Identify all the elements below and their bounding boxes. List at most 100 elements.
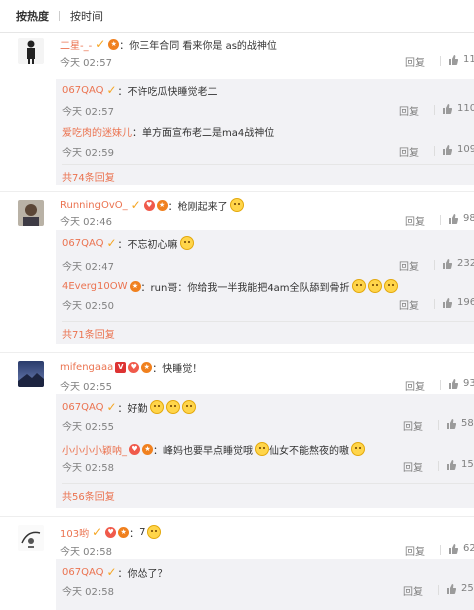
emoji-icon: [147, 525, 162, 539]
reply-button[interactable]: 回复: [399, 144, 419, 159]
like-button[interactable]: 15: [446, 459, 474, 470]
reply-time: 今天 02:59: [62, 148, 114, 159]
like-button[interactable]: 232: [442, 258, 474, 269]
reply-username-link[interactable]: 067QAQ: [62, 85, 104, 96]
like-count: 109: [457, 144, 474, 155]
avatar[interactable]: [18, 200, 44, 226]
reply-button[interactable]: 回复: [399, 297, 419, 312]
reply-button[interactable]: 回复: [399, 258, 419, 273]
like-button[interactable]: 93: [448, 378, 474, 389]
divider: [438, 585, 439, 595]
reply-button[interactable]: 回复: [403, 583, 423, 598]
reply-text: 好勤: [127, 403, 148, 415]
like-button[interactable]: 110: [442, 103, 474, 114]
reply-button[interactable]: 回复: [405, 54, 425, 69]
reply-time: 今天 02:58: [62, 587, 114, 598]
fire-badge-icon: ★: [142, 443, 153, 455]
like-button[interactable]: 118: [448, 54, 474, 65]
divider: [438, 420, 439, 430]
colon: ：: [117, 403, 128, 415]
reply-text-continued: 仙女不能熬夜的嗷: [269, 445, 349, 457]
comment-time: 今天 02:46: [60, 217, 112, 228]
emoji-icon: [229, 198, 244, 212]
thumb-up-icon: [443, 297, 452, 308]
reply-username-link[interactable]: 4Everg10OW: [62, 281, 128, 292]
reply-username-link[interactable]: 067QAQ: [62, 402, 104, 413]
comment-time: 今天 02:58: [60, 547, 112, 558]
avatar[interactable]: [18, 361, 44, 387]
heart-badge-icon: ♥: [143, 199, 155, 211]
like-count: 15: [461, 459, 474, 470]
comment-line: 二星-_- ✓ ★ ： 你三年合同 看来你是 as的战神位: [60, 37, 474, 52]
reply-item: 067QAQ ✓ ： 不忘初心嘛 今天 02:47 回复 232: [56, 236, 474, 278]
reply-time: 今天 02:50: [62, 301, 114, 312]
thumb-up-icon: [449, 213, 458, 224]
like-button[interactable]: 58: [446, 418, 474, 429]
like-count: 98: [463, 213, 474, 224]
like-button[interactable]: 25: [446, 583, 474, 594]
more-replies-link[interactable]: 共74条回复: [62, 169, 115, 184]
divider: [440, 56, 441, 66]
comment-item: 103哟 ✓ ♥ ★ ： 7 今天 02:58 回复 62 067QAQ ✓ ：…: [0, 517, 474, 610]
divider: [438, 461, 439, 471]
sort-by-time-tab[interactable]: 按时间: [70, 8, 103, 24]
sort-by-hot-tab[interactable]: 按热度: [16, 8, 49, 24]
reply-username-link[interactable]: 爱吃肉的迷妹儿: [62, 124, 132, 139]
like-button[interactable]: 98: [448, 213, 474, 224]
reply-button[interactable]: 回复: [405, 543, 425, 558]
reply-button[interactable]: 回复: [405, 378, 425, 393]
reply-button[interactable]: 回复: [405, 213, 425, 228]
divider: [440, 545, 441, 555]
like-button[interactable]: 62: [448, 543, 474, 554]
comment-text: 你三年合同 看来你是 as的战神位: [129, 40, 277, 52]
thumb-up-icon: [449, 54, 458, 65]
comment-time: 今天 02:57: [60, 58, 112, 69]
v-badge-icon: ✓: [106, 83, 117, 97]
reply-username-link[interactable]: 067QAQ: [62, 567, 104, 578]
colon: ：: [129, 528, 140, 540]
reply-item: 爱吃肉的迷妹儿 ： 单方面宣布老二是ma4战神位 今天 02:59 回复 109: [56, 124, 474, 162]
emoji-icon: [149, 400, 164, 414]
thumb-up-icon: [449, 378, 458, 389]
username-link[interactable]: RunningOvO_: [60, 200, 128, 211]
reply-text: 你怂了？: [127, 568, 168, 580]
colon: ：: [117, 86, 128, 98]
more-replies-link[interactable]: 共71条回复: [62, 326, 115, 341]
reply-time: 今天 02:57: [62, 107, 114, 118]
emoji-icon: [351, 442, 365, 456]
reply-username-link[interactable]: 小小小小颖呐_: [62, 442, 127, 457]
emoji-icon: [165, 400, 180, 414]
fire-badge-icon: ★: [156, 199, 168, 211]
avatar[interactable]: [18, 38, 44, 64]
username-link[interactable]: 103哟: [60, 525, 89, 540]
v-badge-icon: ✓: [106, 565, 117, 579]
divider: [440, 380, 441, 390]
heart-badge-icon: ♥: [105, 526, 117, 538]
reply-text: run哥：你给我一半我能把4am全队舔到骨折: [150, 282, 350, 294]
v-badge-icon: ✓: [95, 37, 106, 51]
reply-username-link[interactable]: 067QAQ: [62, 238, 104, 249]
divider: [440, 215, 441, 225]
avatar[interactable]: [18, 525, 44, 551]
thumb-up-icon: [447, 418, 456, 429]
more-replies-link[interactable]: 共56条回复: [62, 488, 115, 503]
like-count: 118: [463, 54, 474, 65]
reply-text: 峰妈也要早点睡觉哦: [163, 445, 253, 457]
username-link[interactable]: 二星-_-: [60, 37, 92, 52]
reply-button[interactable]: 回复: [403, 459, 423, 474]
like-button[interactable]: 109: [442, 144, 474, 155]
comment-meta: 今天 02:57 回复 118: [60, 54, 474, 69]
thumb-up-icon: [447, 459, 456, 470]
emoji-icon: [351, 279, 366, 293]
username-link[interactable]: mifengaaa: [60, 362, 113, 373]
like-count: 196: [457, 297, 474, 308]
v-badge-icon: ✓: [130, 198, 141, 212]
reply-button[interactable]: 回复: [403, 418, 423, 433]
reply-time: 今天 02:55: [62, 422, 114, 433]
like-button[interactable]: 196: [442, 297, 474, 308]
reply-button[interactable]: 回复: [399, 103, 419, 118]
like-count: 232: [457, 258, 474, 269]
comment-text: 7: [139, 526, 146, 538]
divider: [434, 146, 435, 156]
vip-badge-icon: V: [115, 361, 127, 373]
